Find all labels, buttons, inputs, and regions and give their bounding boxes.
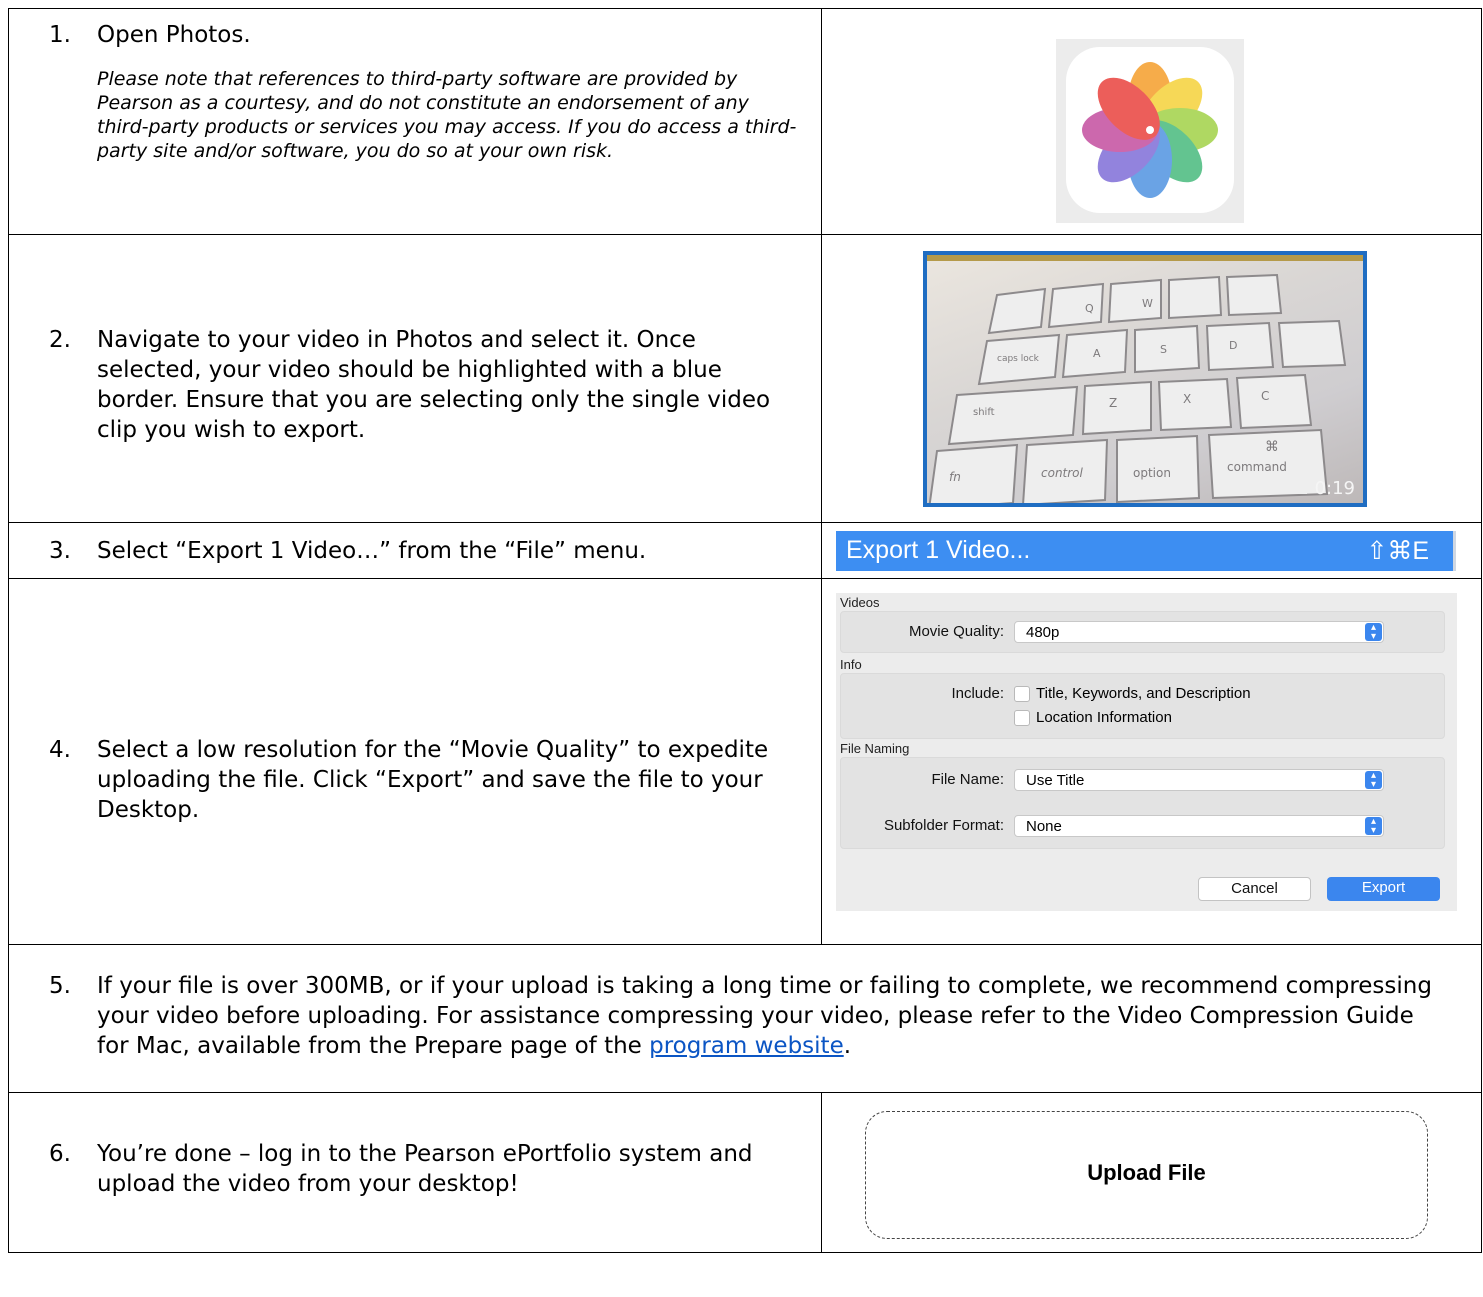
cancel-button[interactable]: Cancel (1198, 877, 1311, 901)
upload-file-label: Upload File (1087, 1160, 1206, 1185)
step-text: Navigate to your video in Photos and sel… (97, 326, 771, 443)
key-command-label: command (1227, 460, 1287, 474)
step-number: 3. (49, 537, 71, 564)
step-1-image-cell (821, 8, 1482, 235)
key-s-label: S (1160, 343, 1167, 356)
movie-quality-value: 480p (1026, 624, 1060, 641)
key-z-label: Z (1109, 396, 1117, 410)
location-info-checkbox[interactable] (1014, 710, 1030, 726)
step-6: 6. You’re done – log in to the Pearson e… (9, 1139, 821, 1199)
export-video-menu-item[interactable]: Export 1 Video... ⇧⌘E (836, 531, 1456, 571)
step-1-text-cell: 1. Open Photos. Please note that referen… (8, 8, 822, 235)
step-2-image-cell: Q W A S D Z X C caps lock shift fn contr… (821, 234, 1482, 523)
step-number: 2. (49, 326, 71, 353)
step-2-text-cell: 2. Navigate to your video in Photos and … (8, 234, 822, 523)
key-w-label: W (1142, 297, 1153, 310)
step-row-1: 1. Open Photos. Please note that referen… (8, 8, 1482, 235)
key-caps-lock-label: caps lock (997, 354, 1040, 364)
step-1: 1. Open Photos. (9, 20, 821, 50)
step-3-image-cell: Export 1 Video... ⇧⌘E (821, 522, 1482, 579)
info-section-label: Info (840, 657, 862, 672)
step-6-image-cell: Upload File (821, 1092, 1482, 1253)
step-number: 4. (49, 736, 71, 763)
file-name-select[interactable]: Use Title ▴ ▾ (1014, 769, 1384, 791)
cropped-page-heading (0, 0, 1483, 8)
menu-item-label: Export 1 Video... (846, 536, 1031, 564)
third-party-disclaimer: Please note that references to third-par… (97, 68, 797, 162)
step-row-6: 6. You’re done – log in to the Pearson e… (8, 1092, 1482, 1253)
step-text: Select “Export 1 Video…” from the “File”… (97, 537, 647, 564)
subfolder-format-select[interactable]: None ▴ ▾ (1014, 815, 1384, 837)
step-row-4: 4. Select a low resolution for the “Movi… (8, 578, 1482, 945)
updown-chevron-icon: ▴ ▾ (1365, 623, 1382, 642)
subfolder-format-value: None (1026, 818, 1062, 835)
step-5: 5. If your file is over 300MB, or if you… (9, 971, 1481, 1061)
selected-video-thumbnail[interactable]: Q W A S D Z X C caps lock shift fn contr… (923, 251, 1367, 507)
key-control-label: control (1041, 466, 1084, 480)
step-6-text-cell: 6. You’re done – log in to the Pearson e… (8, 1092, 822, 1253)
step-row-3: 3. Select “Export 1 Video…” from the “Fi… (8, 522, 1482, 579)
videos-section-label: Videos (840, 595, 880, 610)
include-label: Include: (951, 685, 1004, 702)
step-text: Select a low resolution for the “Movie Q… (97, 736, 769, 823)
upload-file-dropzone[interactable]: Upload File (865, 1111, 1428, 1239)
program-website-link[interactable]: program website (649, 1033, 844, 1059)
step-4: 4. Select a low resolution for the “Movi… (9, 735, 821, 825)
step-text: You’re done – log in to the Pearson ePor… (97, 1140, 753, 1197)
menu-item-shortcut: ⇧⌘E (1366, 537, 1429, 565)
key-x-label: X (1183, 392, 1191, 406)
key-shift-label: shift (973, 407, 995, 418)
file-naming-section-label: File Naming (840, 741, 910, 756)
step-5-cell: 5. If your file is over 300MB, or if you… (8, 944, 1482, 1093)
step-3: 3. Select “Export 1 Video…” from the “Fi… (9, 536, 821, 566)
step-4-text-cell: 4. Select a low resolution for the “Movi… (8, 578, 822, 945)
key-d-label: D (1229, 339, 1237, 352)
export-button[interactable]: Export (1327, 877, 1440, 901)
title-keywords-option-label: Title, Keywords, and Description (1036, 685, 1251, 702)
movie-quality-select[interactable]: 480p ▴ ▾ (1014, 621, 1384, 643)
location-info-option-label: Location Information (1036, 709, 1172, 726)
photos-flower-icon (1082, 62, 1218, 198)
step-4-image-cell: Videos Movie Quality: 480p ▴ ▾ Info Inclu… (821, 578, 1482, 945)
updown-chevron-icon: ▴ ▾ (1365, 817, 1382, 836)
step-row-2: 2. Navigate to your video in Photos and … (8, 234, 1482, 523)
step-text-end: . (843, 1032, 852, 1059)
photos-app-icon (1056, 39, 1244, 223)
key-a-label: A (1093, 347, 1101, 360)
file-name-value: Use Title (1026, 772, 1085, 789)
key-c-label: C (1261, 389, 1269, 403)
key-command-symbol: ⌘ (1265, 439, 1279, 455)
export-dialog: Videos Movie Quality: 480p ▴ ▾ Info Inclu… (836, 593, 1457, 911)
video-camera-icon (1295, 486, 1307, 494)
updown-chevron-icon: ▴ ▾ (1365, 771, 1382, 790)
step-row-5: 5. If your file is over 300MB, or if you… (8, 944, 1482, 1093)
keyboard-photo: Q W A S D Z X C caps lock shift fn contr… (928, 273, 1347, 503)
photos-icon-tile (1066, 47, 1234, 213)
key-q-label: Q (1085, 302, 1094, 315)
key-fn-label: fn (949, 470, 961, 484)
step-number: 1. (49, 22, 71, 48)
title-keywords-checkbox[interactable] (1014, 686, 1030, 702)
step-number: 6. (49, 1140, 71, 1167)
step-2: 2. Navigate to your video in Photos and … (9, 325, 821, 445)
instructions-table: 1. Open Photos. Please note that referen… (8, 8, 1482, 1253)
step-number: 5. (49, 972, 71, 999)
movie-quality-label: Movie Quality: (908, 623, 1004, 640)
subfolder-format-label: Subfolder Format: (883, 817, 1004, 834)
key-option-label: option (1133, 466, 1171, 480)
step-3-text-cell: 3. Select “Export 1 Video…” from the “Fi… (8, 522, 822, 579)
file-name-label: File Name: (931, 771, 1004, 788)
info-panel (840, 673, 1445, 739)
step-text: Open Photos. (97, 22, 251, 48)
video-duration: 0:19 (1314, 478, 1355, 499)
